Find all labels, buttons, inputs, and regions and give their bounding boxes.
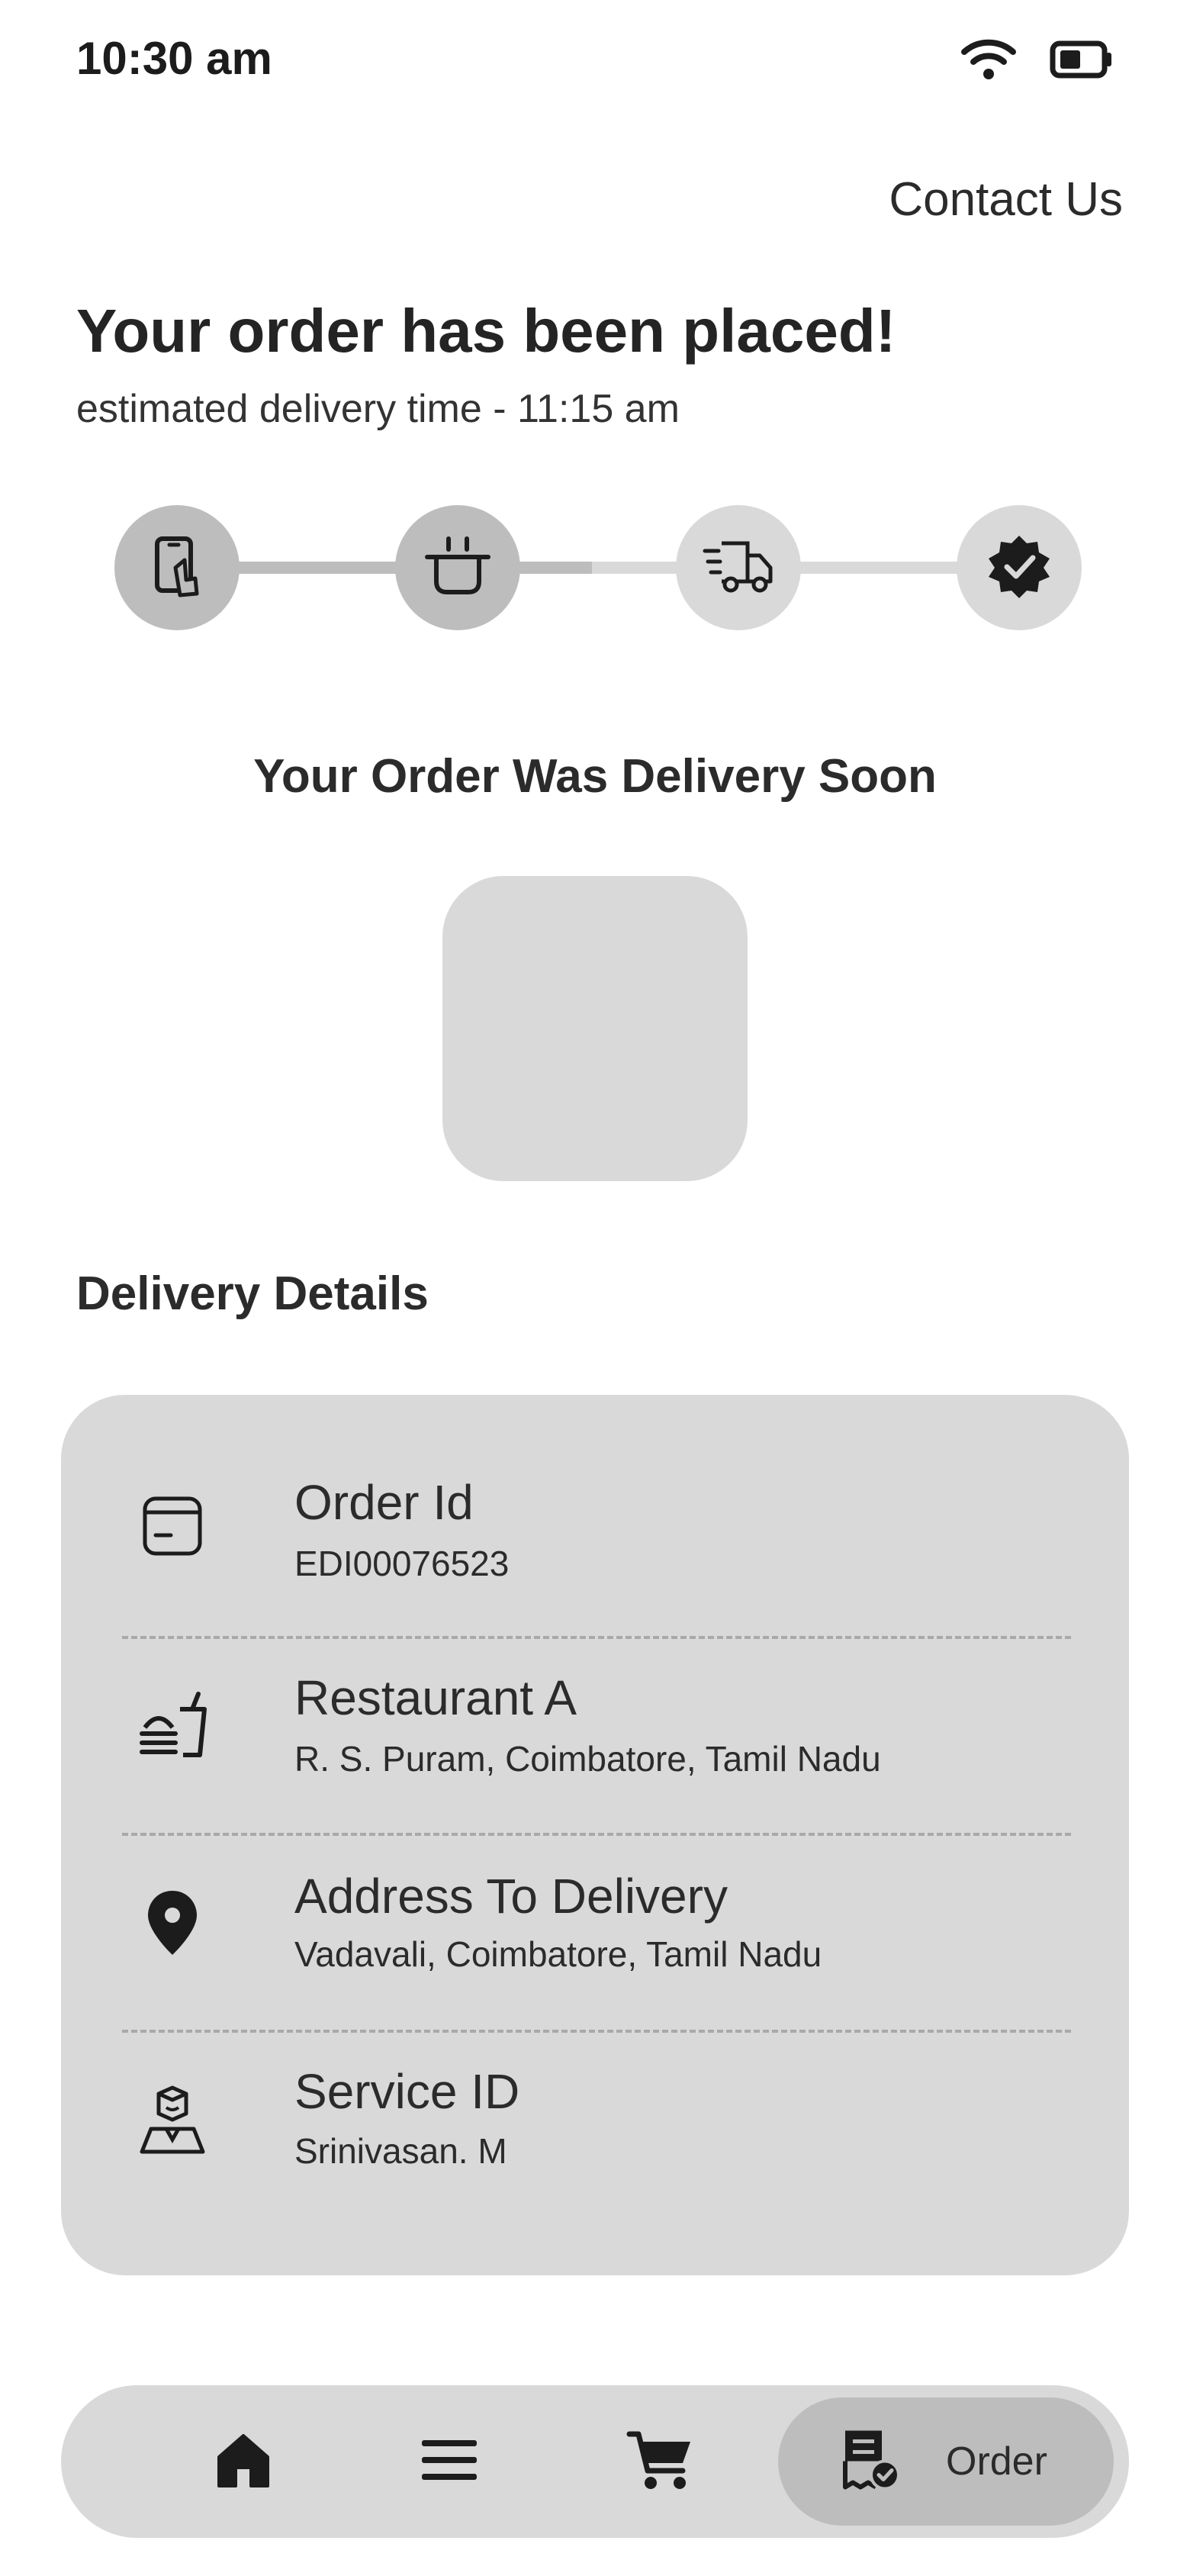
delivery-person-icon — [134, 2082, 211, 2158]
delivery-details-title: Delivery Details — [76, 1267, 429, 1320]
step-out-for-delivery — [676, 505, 801, 630]
step-order-placed — [114, 505, 240, 630]
detail-value: R. S. Puram, Coimbatore, Tamil Nadu — [294, 1739, 881, 1779]
detail-label: Service ID — [294, 2064, 520, 2119]
order-progress-tracker — [114, 505, 1082, 630]
wifi-icon — [961, 38, 1016, 85]
phone-order-icon — [146, 534, 207, 602]
nav-home[interactable] — [201, 2420, 285, 2504]
detail-row-service-id: Service ID Srinivasan. M — [61, 2036, 1129, 2204]
order-placed-title: Your order has been placed! — [76, 297, 896, 365]
nav-menu[interactable] — [407, 2420, 491, 2504]
order-receipt-icon — [841, 2428, 902, 2496]
delivery-truck-icon — [702, 537, 775, 599]
cart-icon — [626, 2428, 693, 2496]
detail-row-address: Address To Delivery Vadavali, Coimbatore… — [61, 1839, 1129, 2007]
restaurant-icon — [134, 1686, 211, 1763]
detail-label: Restaurant A — [294, 1670, 577, 1725]
verified-badge-icon — [986, 533, 1053, 604]
status-time: 10:30 am — [76, 33, 272, 84]
bottom-nav: Order — [61, 2385, 1129, 2538]
detail-row-order-id: Order Id EDI00076523 — [61, 1442, 1129, 1610]
detail-row-restaurant: Restaurant A R. S. Puram, Coimbatore, Ta… — [61, 1641, 1129, 1808]
home-icon — [213, 2429, 274, 2494]
contact-us-link[interactable]: Contact Us — [889, 172, 1123, 227]
detail-separator — [122, 2030, 1071, 2033]
card-icon — [134, 1488, 211, 1564]
delivery-estimate: estimated delivery time - 11:15 am — [76, 387, 680, 431]
nav-order[interactable]: Order — [778, 2397, 1114, 2526]
step-delivered — [957, 505, 1082, 630]
detail-value: Vadavali, Coimbatore, Tamil Nadu — [294, 1934, 822, 1974]
status-icons — [961, 38, 1114, 85]
delivery-illustration-placeholder — [442, 876, 748, 1181]
detail-value: Srinivasan. M — [294, 2131, 507, 2171]
detail-separator — [122, 1636, 1071, 1639]
battery-icon — [1050, 40, 1114, 83]
location-pin-icon — [134, 1885, 211, 1961]
step-preparing — [395, 505, 520, 630]
delivery-details-card: Order Id EDI00076523 Restaurant A R. S. … — [61, 1395, 1129, 2275]
nav-cart[interactable] — [618, 2420, 702, 2504]
delivery-soon-message: Your Order Was Delivery Soon — [253, 750, 937, 803]
detail-label: Address To Delivery — [294, 1869, 728, 1924]
detail-value: EDI00076523 — [294, 1544, 510, 1583]
detail-separator — [122, 1833, 1071, 1836]
nav-order-label: Order — [946, 2439, 1047, 2484]
menu-icon — [419, 2436, 480, 2488]
cooking-pot-icon — [423, 534, 493, 602]
detail-label: Order Id — [294, 1475, 474, 1530]
